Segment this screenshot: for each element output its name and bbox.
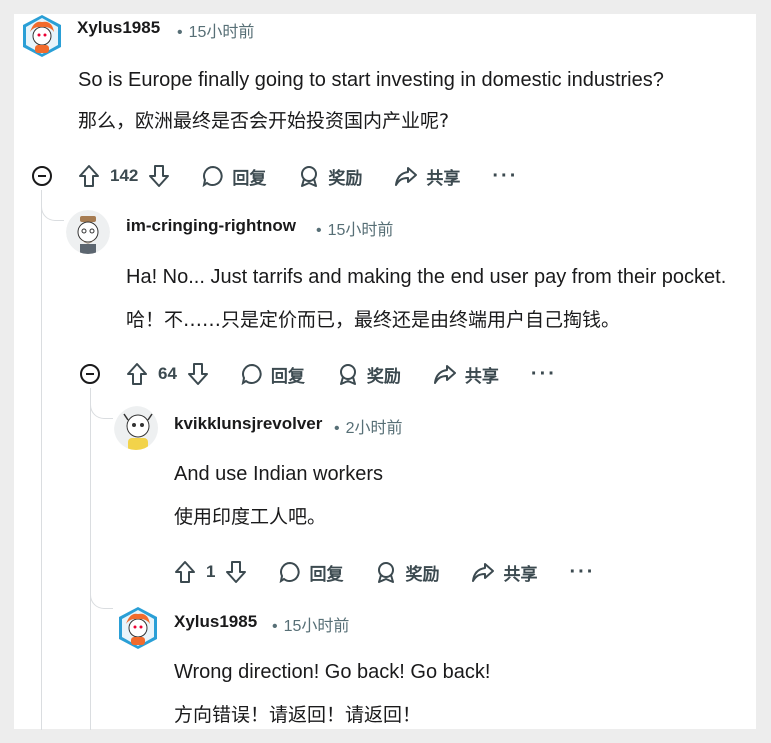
vote-group: 64 [126,362,209,386]
vote-group: 1 [174,560,247,584]
award-button[interactable]: 奖励 [298,164,362,189]
upvote-icon[interactable] [78,164,100,188]
comment-bubble-icon [241,363,262,385]
separator-dot: • [334,420,340,437]
share-icon [472,563,495,582]
downvote-icon[interactable] [148,164,170,188]
comment-text-en: So is Europe finally going to start inve… [78,69,664,91]
avatar[interactable] [114,406,158,450]
comment-bubble-icon [202,165,223,187]
share-label: 共享 [426,168,461,188]
comment-text-zh: 哈！不……只是定价而已，最终还是由终端用户自己掏钱。 [126,309,621,331]
thread-curve [90,388,113,419]
award-icon [301,166,318,187]
award-label: 奖励 [366,366,401,386]
comment-thread: Xylus1985 • 15小时前 So is Europe finally go… [14,14,756,730]
thread-line[interactable] [41,190,42,730]
avatar[interactable] [20,14,64,58]
award-label: 奖励 [328,168,363,188]
downvote-icon[interactable] [187,362,209,386]
username[interactable]: im-cringing-rightnow [126,216,296,236]
timestamp[interactable]: 2小时前 [346,420,403,437]
collapse-thread-button[interactable] [32,166,52,186]
share-label: 共享 [464,366,499,386]
reply-button[interactable]: 回复 [241,362,305,387]
username[interactable]: Xylus1985 [77,18,160,38]
share-button[interactable]: 共享 [471,560,537,585]
share-label: 共享 [503,564,538,584]
award-label: 奖励 [405,564,440,584]
timestamp[interactable]: 15小时前 [189,24,255,41]
comment-actions: 1 回复 奖励 共享 ··· [174,557,595,587]
share-button[interactable]: 共享 [394,164,460,189]
comment-meta: • 15小时前 [310,216,393,240]
more-options-button[interactable]: ··· [531,363,557,386]
comment-meta: • 15小时前 [171,18,254,42]
more-options-button[interactable]: ··· [492,165,518,188]
reply-label: 回复 [309,564,344,584]
award-button[interactable]: 奖励 [337,362,401,387]
comment-actions: 142 回复 奖励 共享 ··· [78,161,518,191]
thread-line[interactable] [90,388,91,730]
separator-dot: • [177,24,183,41]
award-button[interactable]: 奖励 [375,560,439,585]
comment-text-en: And use Indian workers [174,463,384,485]
thread-curve [90,574,113,609]
share-icon [433,365,456,384]
award-icon [339,364,356,385]
comment-actions: 64 回复 奖励 共享 ··· [126,359,557,389]
reply-button[interactable]: 回复 [279,560,343,585]
reply-button[interactable]: 回复 [202,164,266,189]
comment-text-en: Ha! No... Just tarrifs and making the en… [126,266,727,288]
upvote-icon[interactable] [126,362,148,386]
comment-text-zh: 那么，欧洲最终是否会开始投资国内产业呢? [78,110,450,132]
separator-dot: • [316,222,322,239]
comment-bubble-icon [280,561,301,583]
vote-count: 142 [110,166,139,185]
vote-count: 1 [206,562,216,581]
separator-dot: • [272,618,278,635]
thread-curve [41,190,64,221]
comment-text-en: Wrong direction! Go back! Go back! [174,661,491,683]
comment-text-zh: 使用印度工人吧。 [174,506,327,528]
reply-label: 回复 [270,366,305,386]
timestamp[interactable]: 15小时前 [284,618,350,635]
downvote-icon[interactable] [225,560,247,584]
share-button[interactable]: 共享 [433,362,499,387]
comment-text-zh: 方向错误！请返回！请返回！ [174,704,422,726]
avatar[interactable] [66,210,110,254]
comment-meta: • 15小时前 [266,612,349,636]
timestamp[interactable]: 15小时前 [328,222,394,239]
username[interactable]: kvikklunsjrevolver [174,414,322,434]
collapse-thread-button[interactable] [80,364,100,384]
vote-group: 142 [78,164,170,188]
reply-label: 回复 [232,168,267,188]
avatar[interactable] [116,606,160,650]
comment-meta: • 2小时前 [328,414,403,438]
username[interactable]: Xylus1985 [174,612,257,632]
share-icon [395,167,418,186]
vote-count: 64 [158,364,177,383]
award-icon [378,562,395,583]
more-options-button[interactable]: ··· [569,561,595,584]
upvote-icon[interactable] [174,560,196,584]
